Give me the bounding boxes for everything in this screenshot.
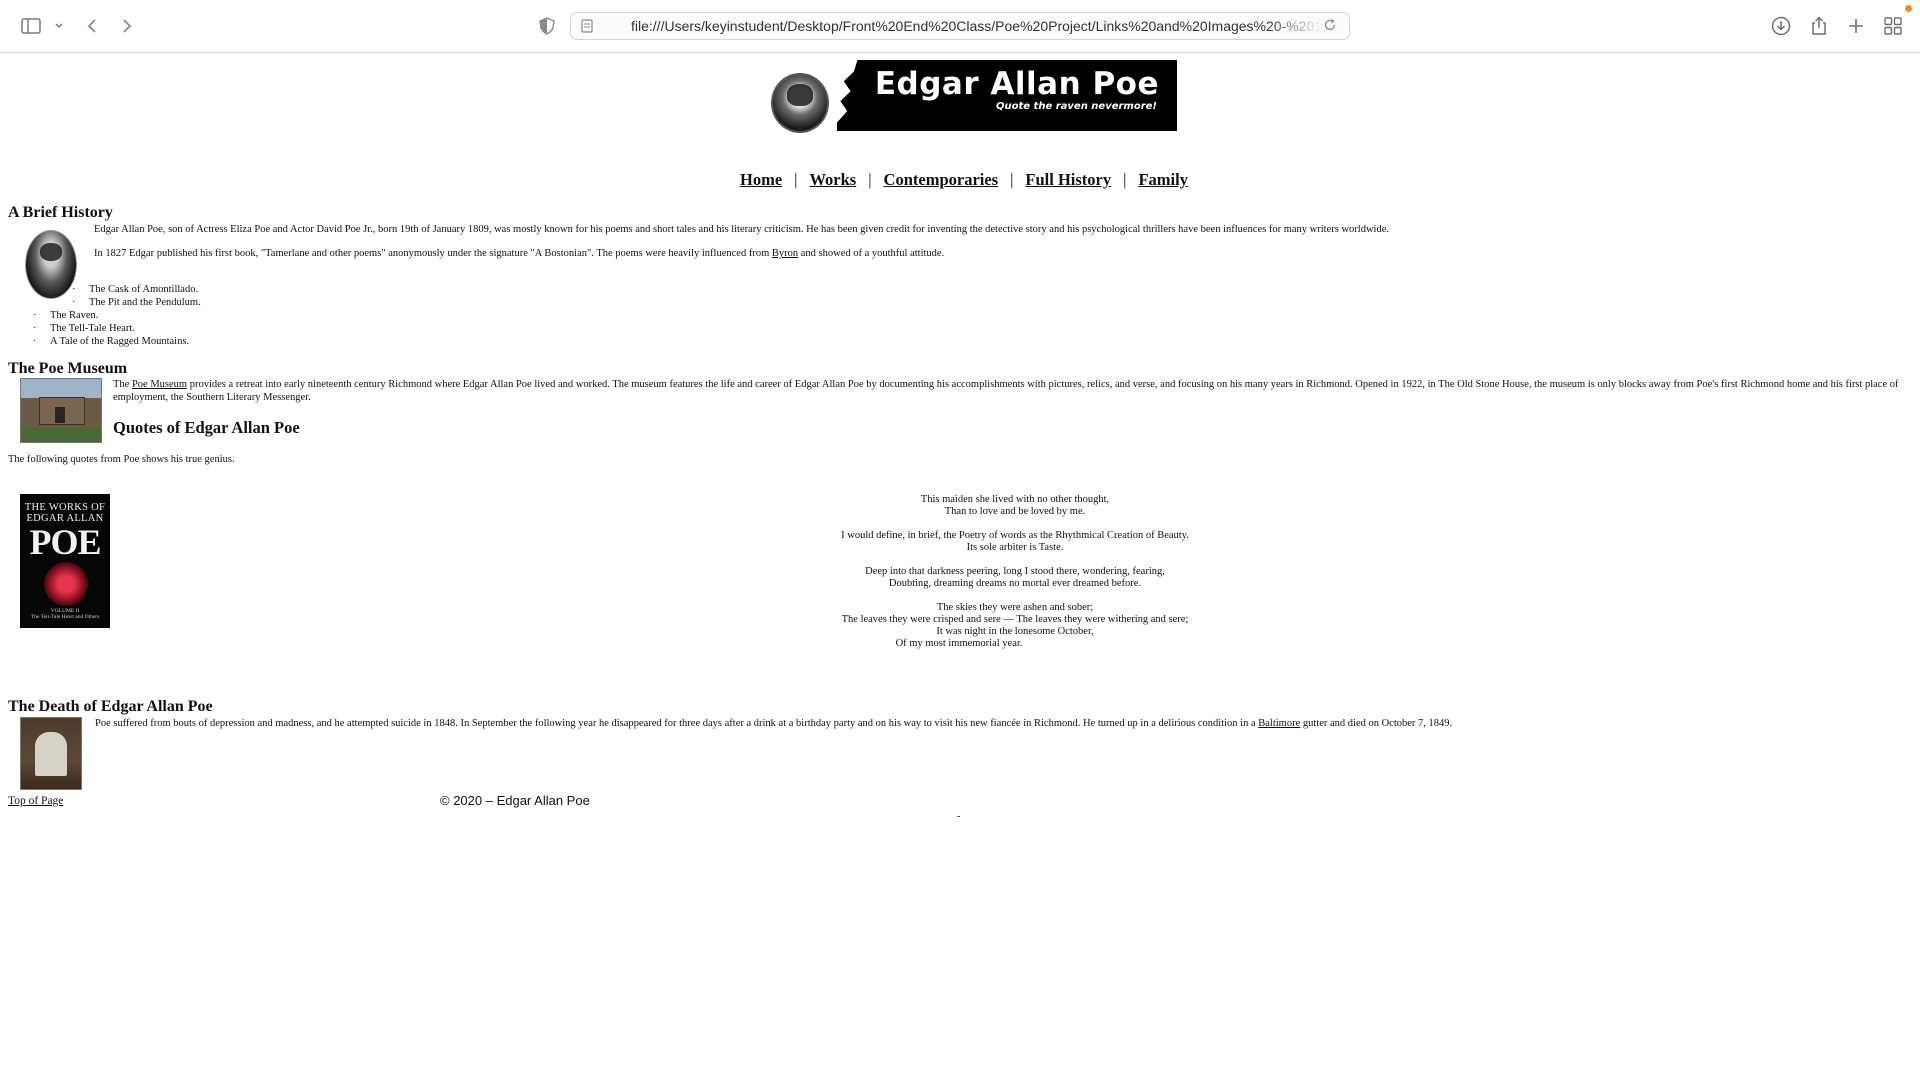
chevron-down-icon[interactable] xyxy=(47,14,71,38)
quotes-intro: The following quotes from Poe shows his … xyxy=(8,454,235,465)
list-item: The Pit and the Pendulum. xyxy=(89,296,201,309)
works-book-cover-image: THE WORKS OF EDGAR ALLAN POE VOLUME II The… xyxy=(20,494,110,628)
nav-separator: | xyxy=(868,170,872,189)
back-icon[interactable] xyxy=(80,14,104,38)
reload-icon[interactable] xyxy=(1323,18,1339,34)
byron-link[interactable]: Byron xyxy=(772,248,798,259)
tab-overview-icon[interactable] xyxy=(1881,14,1905,38)
nav-full-history[interactable]: Full History xyxy=(1025,170,1111,189)
nav-contemporaries[interactable]: Contemporaries xyxy=(884,170,999,189)
history-heading: A Brief History xyxy=(8,204,113,221)
forward-icon[interactable] xyxy=(115,14,139,38)
quote: Deep into that darkness peering, long I … xyxy=(865,566,1165,589)
quotes-heading: Quotes of Edgar Allan Poe xyxy=(113,418,300,437)
museum-image xyxy=(20,378,102,443)
grave-image xyxy=(20,717,82,790)
works-list-indented: The Cask of Amontillado. The Pit and the… xyxy=(89,283,201,309)
logo-title: Edgar Allan Poe xyxy=(874,66,1159,102)
museum-paragraph: The Poe Museum provides a retreat into e… xyxy=(113,379,1899,403)
url-text[interactable]: file:///Users/keyinstudent/Desktop/Front… xyxy=(631,18,1323,34)
nav-family[interactable]: Family xyxy=(1138,170,1188,189)
works-list: The Raven. The Tell-Tale Heart. A Tale o… xyxy=(50,309,189,348)
quote: The skies they were ashen and sober; The … xyxy=(841,602,1189,649)
museum-heading: The Poe Museum xyxy=(8,360,128,377)
page-icon xyxy=(581,19,595,33)
privacy-shield-icon[interactable] xyxy=(535,14,559,38)
poe-museum-link[interactable]: Poe Museum xyxy=(132,379,187,390)
quote: I would define, in brief, the Poetry of … xyxy=(841,530,1189,553)
main-nav: Home | Works | Contemporaries | Full History | F… xyxy=(740,170,1188,190)
copyright-text: © 2020 – Edgar Allan Poe xyxy=(440,793,590,808)
quotes-block: This maiden she lived with no other thou… xyxy=(720,494,1310,662)
list-item: The Tell-Tale Heart. xyxy=(50,322,189,335)
list-item: The Raven. xyxy=(50,309,189,322)
top-of-page-link[interactable]: Top of Page xyxy=(8,795,63,808)
footer-dash: - xyxy=(957,811,961,822)
site-logo: Edgar Allan Poe Quote the raven nevermor… xyxy=(837,60,1177,131)
death-heading: The Death of Edgar Allan Poe xyxy=(8,698,213,715)
address-bar[interactable]: file:///Users/keyinstudent/Desktop/Front… xyxy=(570,12,1350,40)
history-paragraph-1: Edgar Allan Poe, son of Actress Eliza Po… xyxy=(94,224,1389,235)
nav-separator: | xyxy=(1123,170,1127,189)
new-tab-icon[interactable] xyxy=(1844,14,1868,38)
nav-separator: | xyxy=(1010,170,1014,189)
baltimore-link[interactable]: Baltimore xyxy=(1258,718,1300,729)
notification-dot xyxy=(1905,5,1912,12)
quote: This maiden she lived with no other thou… xyxy=(920,494,1110,517)
nav-separator: | xyxy=(794,170,798,189)
poe-thumbnail-image xyxy=(25,230,77,299)
death-paragraph: Poe suffered from bouts of depression an… xyxy=(95,718,1453,729)
share-icon[interactable] xyxy=(1807,14,1831,38)
book-cover-art xyxy=(44,562,88,606)
logo-tagline: Quote the raven nevermore! xyxy=(996,101,1157,112)
browser-toolbar: file:///Users/keyinstudent/Desktop/Front… xyxy=(0,0,1920,53)
nav-home[interactable]: Home xyxy=(740,170,782,189)
poe-portrait-image xyxy=(771,73,829,133)
sidebar-toggle-icon[interactable] xyxy=(19,14,43,38)
nav-works[interactable]: Works xyxy=(809,170,856,189)
list-item: The Cask of Amontillado. xyxy=(89,283,201,296)
list-item: A Tale of the Ragged Mountains. xyxy=(50,335,189,348)
history-paragraph-2: In 1827 Edgar published his first book, … xyxy=(94,248,945,259)
downloads-icon[interactable] xyxy=(1769,14,1793,38)
